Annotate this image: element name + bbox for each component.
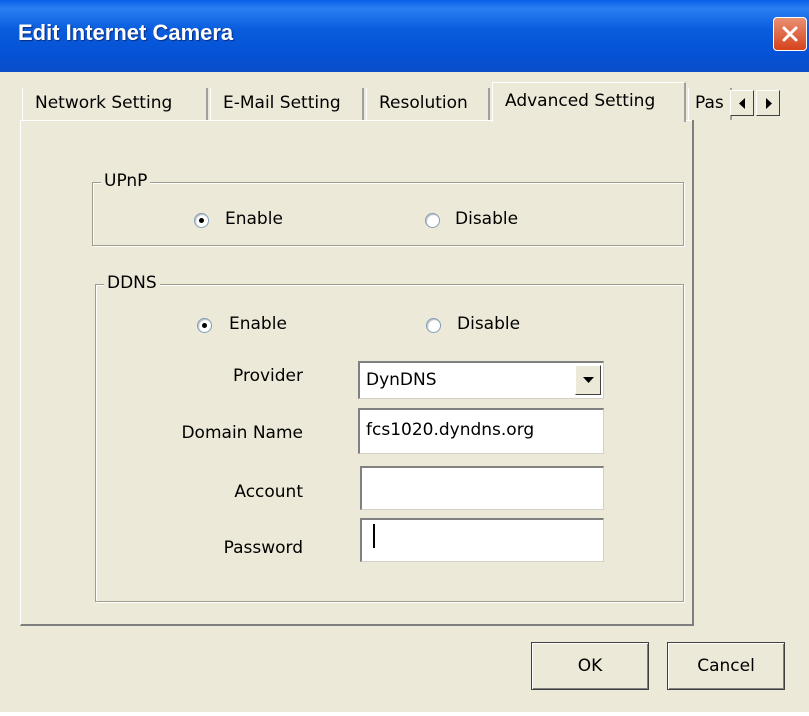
upnp-group-label: UPnP [101, 171, 151, 191]
account-label: Account [234, 482, 303, 502]
arrow-right-icon [766, 98, 772, 109]
window-title: Edit Internet Camera [18, 20, 234, 45]
tab-advanced-setting[interactable]: Advanced Setting [492, 82, 686, 122]
ok-button[interactable]: OK [531, 642, 649, 690]
cancel-button[interactable]: Cancel [667, 642, 785, 690]
tab-scroll-left-button[interactable] [730, 90, 754, 116]
ddns-group-label: DDNS [104, 273, 160, 293]
arrow-left-icon [739, 98, 745, 109]
dialog-window: Edit Internet Camera Network Setting E-M… [0, 0, 809, 712]
close-icon [782, 26, 798, 42]
provider-label: Provider [233, 366, 303, 386]
upnp-enable-radio[interactable] [194, 213, 209, 228]
close-button[interactable] [773, 17, 807, 51]
tab-label: Pas [695, 93, 724, 113]
tab-label: Network Setting [35, 93, 173, 113]
title-bar[interactable]: Edit Internet Camera [0, 0, 809, 72]
upnp-enable-label[interactable]: Enable [225, 209, 283, 229]
tab-network-setting[interactable]: Network Setting [22, 88, 208, 120]
account-field[interactable] [360, 466, 604, 510]
tab-scroll-right-button[interactable] [756, 90, 780, 116]
tab-password[interactable]: Pas [688, 88, 732, 120]
ddns-disable-radio[interactable] [426, 318, 441, 333]
chevron-down-icon [583, 377, 594, 383]
tab-label: Resolution [379, 93, 468, 113]
ddns-enable-label[interactable]: Enable [229, 314, 287, 334]
provider-select[interactable]: DynDNS [358, 361, 604, 399]
domain-name-field[interactable]: fcs1020.dyndns.org [358, 408, 604, 454]
domain-name-value: fcs1020.dyndns.org [366, 420, 535, 440]
tab-email-setting[interactable]: E-Mail Setting [210, 88, 364, 120]
password-label: Password [223, 538, 303, 558]
tab-label: Advanced Setting [505, 91, 656, 111]
domain-name-label: Domain Name [181, 423, 303, 443]
tab-resolution[interactable]: Resolution [366, 88, 490, 120]
upnp-disable-radio[interactable] [425, 213, 440, 228]
ddns-disable-label[interactable]: Disable [457, 314, 520, 334]
tab-label: E-Mail Setting [223, 93, 341, 113]
text-cursor [373, 524, 375, 548]
upnp-group [92, 182, 684, 246]
password-field[interactable] [360, 518, 604, 562]
provider-select-value: DynDNS [366, 370, 437, 390]
provider-dropdown-button[interactable] [575, 365, 601, 395]
upnp-disable-label[interactable]: Disable [455, 209, 518, 229]
ddns-enable-radio[interactable] [197, 318, 212, 333]
